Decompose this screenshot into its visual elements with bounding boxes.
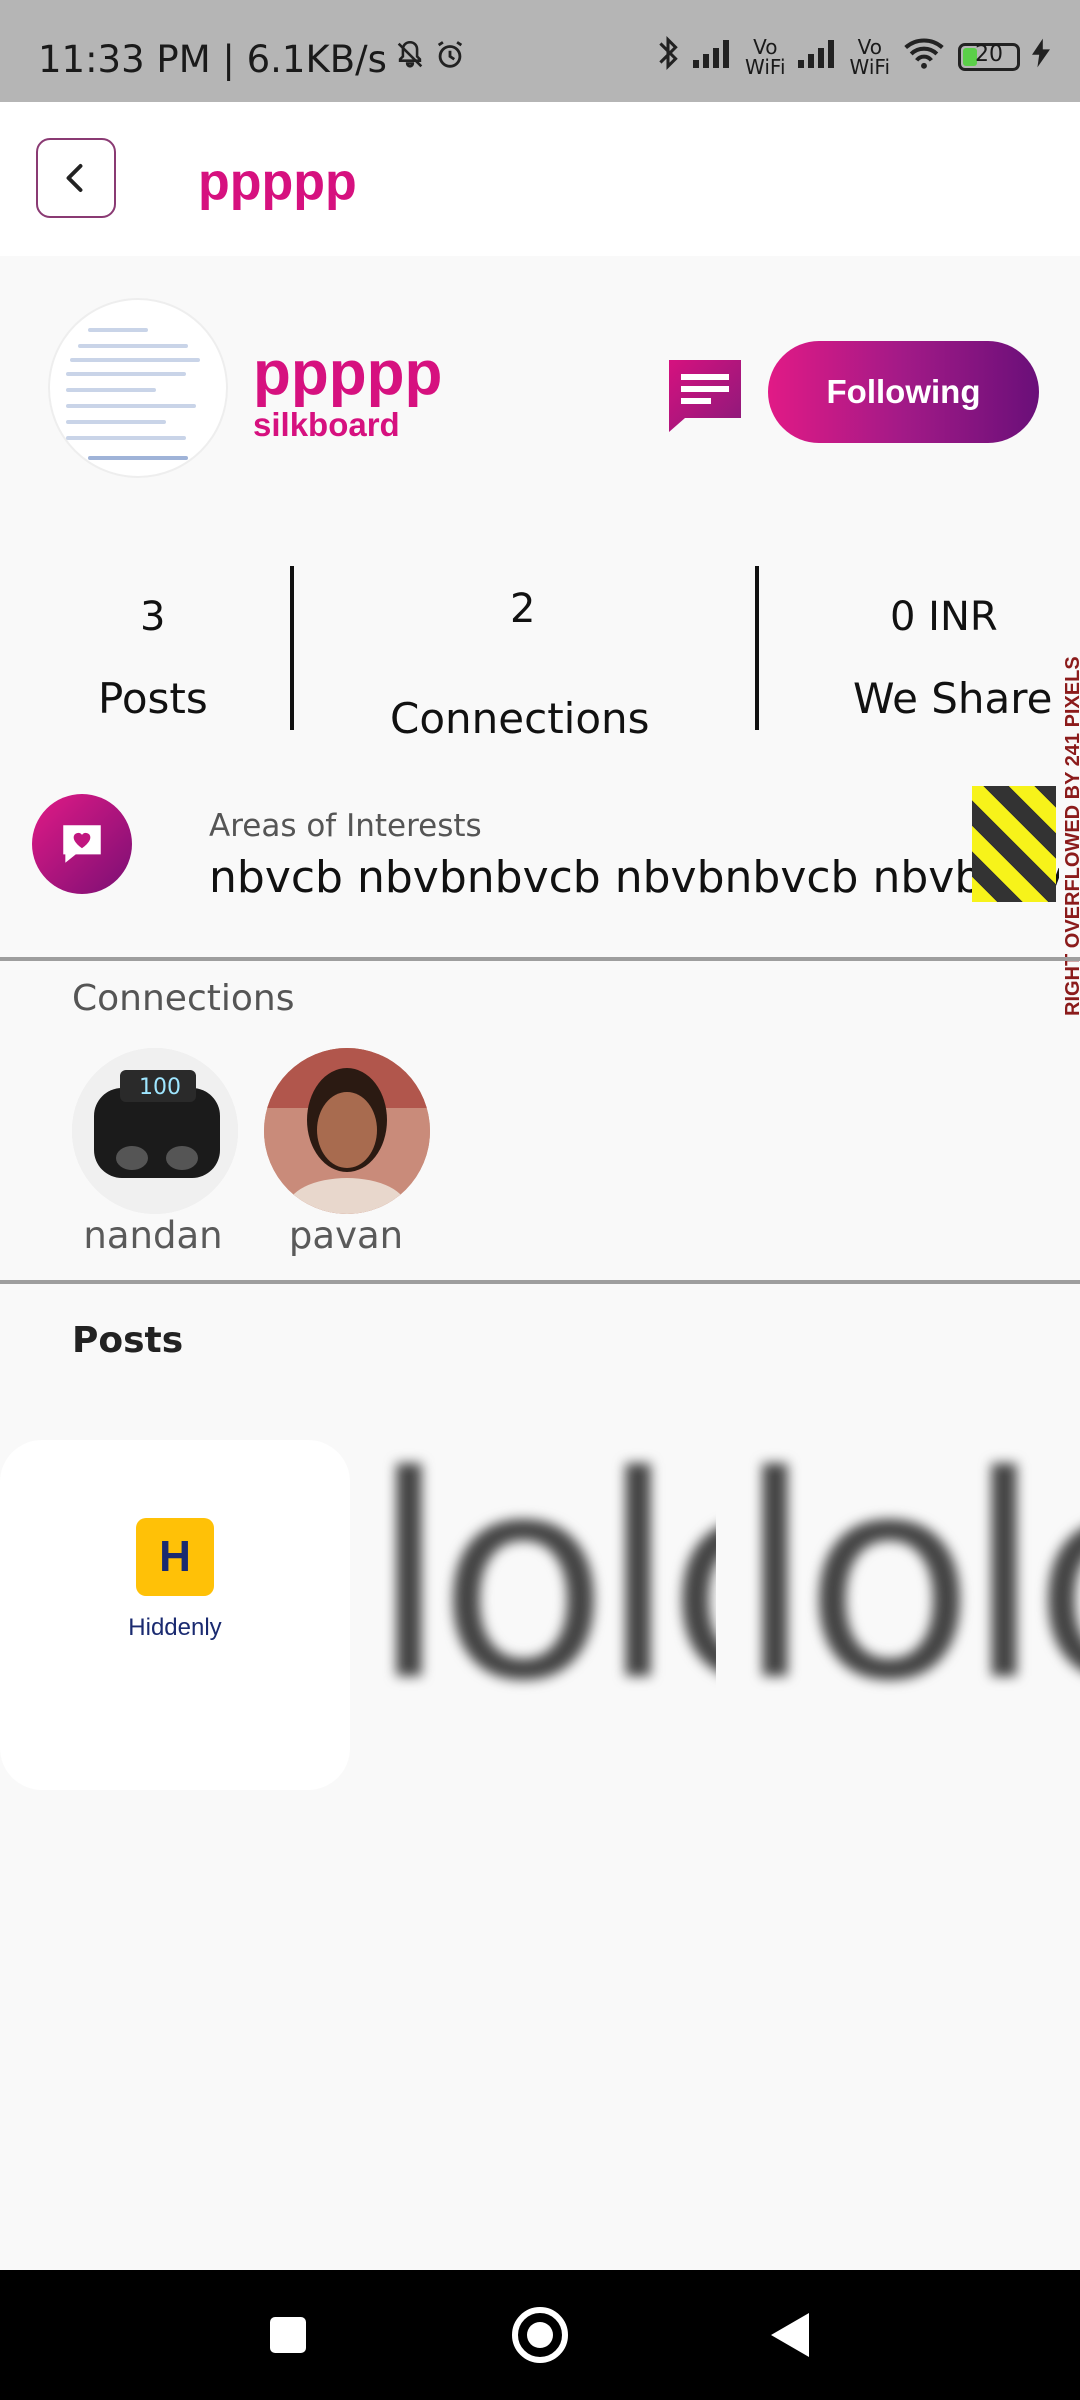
posts-section-title: Posts <box>72 1320 184 1361</box>
status-right: Vo WiFi Vo WiFi 20 <box>655 34 1050 80</box>
post-preview-text-2: lolo <box>736 1440 1080 1730</box>
post-preview-text-1: lolo <box>370 1440 716 1730</box>
connections-section-title: Connections <box>72 978 295 1019</box>
profile-subtitle: silkboard <box>253 406 400 443</box>
square-icon <box>270 2317 306 2353</box>
earbuds-image: 100 <box>72 1048 238 1214</box>
page-title: ppppp <box>198 153 357 211</box>
vowifi-top-2: Vo <box>857 35 882 59</box>
interests-title: Areas of Interests <box>209 808 482 844</box>
chevron-left-icon <box>66 164 83 192</box>
connections-label[interactable]: Connections <box>390 694 650 743</box>
status-bar: 11:33 PM | 6.1KB/s Vo WiFi Vo WiFi 20 <box>0 0 1080 102</box>
signal-icon-1 <box>693 38 733 76</box>
mute-bell-icon <box>393 38 427 81</box>
signal-icon-2 <box>797 38 838 76</box>
vowifi-label-2: Vo WiFi <box>850 37 891 77</box>
message-button[interactable] <box>665 356 745 436</box>
vowifi-bottom-2: WiFi <box>849 55 891 79</box>
home-circle-icon <box>512 2307 568 2363</box>
connection-name-nandan[interactable]: nandan <box>53 1214 253 1257</box>
bluetooth-icon <box>655 34 681 80</box>
svg-text:100: 100 <box>139 1075 181 1100</box>
profile-name: ppppp <box>253 339 443 408</box>
battery-percent: 20 <box>975 42 1003 67</box>
interests-text: nbvcb nbvbnbvcb nbvbnbvcb nbvbnbvcb <box>209 852 1059 903</box>
posts-count: 3 <box>140 594 166 640</box>
charging-icon <box>1032 38 1050 76</box>
connection-avatar-pavan[interactable] <box>264 1048 430 1214</box>
back-button[interactable] <box>36 138 116 218</box>
alarm-icon <box>433 38 467 81</box>
connection-name-pavan[interactable]: pavan <box>246 1214 446 1257</box>
system-nav-bar <box>0 2270 1080 2400</box>
share-value: 0 INR <box>890 594 998 640</box>
following-button[interactable]: Following <box>768 341 1039 443</box>
status-time: 11:33 PM | 6.1KB/s <box>38 38 387 81</box>
status-left: 11:33 PM | 6.1KB/s <box>38 38 467 81</box>
recents-button[interactable] <box>218 2270 358 2400</box>
heart-message-icon <box>63 825 101 863</box>
battery-icon: 20 <box>958 42 1020 71</box>
vowifi-top: Vo <box>753 35 778 59</box>
home-button[interactable] <box>470 2270 610 2400</box>
post-preview-1[interactable]: lolo <box>370 1440 716 1730</box>
app-bar: ppppp <box>0 102 1080 256</box>
connections-count: 2 <box>510 586 536 632</box>
triangle-back-icon <box>771 2313 809 2357</box>
share-label[interactable]: We Share <box>853 674 1052 723</box>
hiddenly-logo: H <box>136 1518 214 1596</box>
post-card-label: Hiddenly <box>128 1614 222 1641</box>
vowifi-label-1: Vo WiFi <box>745 37 786 77</box>
chat-icon <box>669 360 741 432</box>
divider-connections <box>0 1280 1080 1284</box>
wifi-icon <box>902 36 946 78</box>
post-preview-2[interactable]: lolo <box>736 1440 1080 1730</box>
person-photo <box>264 1048 430 1214</box>
interests-badge <box>32 794 132 894</box>
overflow-warning-text: RIGHT OVERFLOWED BY 241 PIXELS <box>1062 656 1080 1016</box>
back-nav-button[interactable] <box>720 2270 860 2400</box>
vowifi-bottom: WiFi <box>745 55 786 79</box>
overflow-warning-stripes <box>972 786 1056 902</box>
divider-interests <box>0 957 1080 961</box>
stats-divider-2 <box>755 566 759 730</box>
connection-avatar-nandan[interactable]: 100 <box>72 1048 238 1214</box>
stats-divider-1 <box>290 566 294 730</box>
posts-label[interactable]: Posts <box>98 674 208 723</box>
profile-avatar[interactable] <box>48 298 228 478</box>
